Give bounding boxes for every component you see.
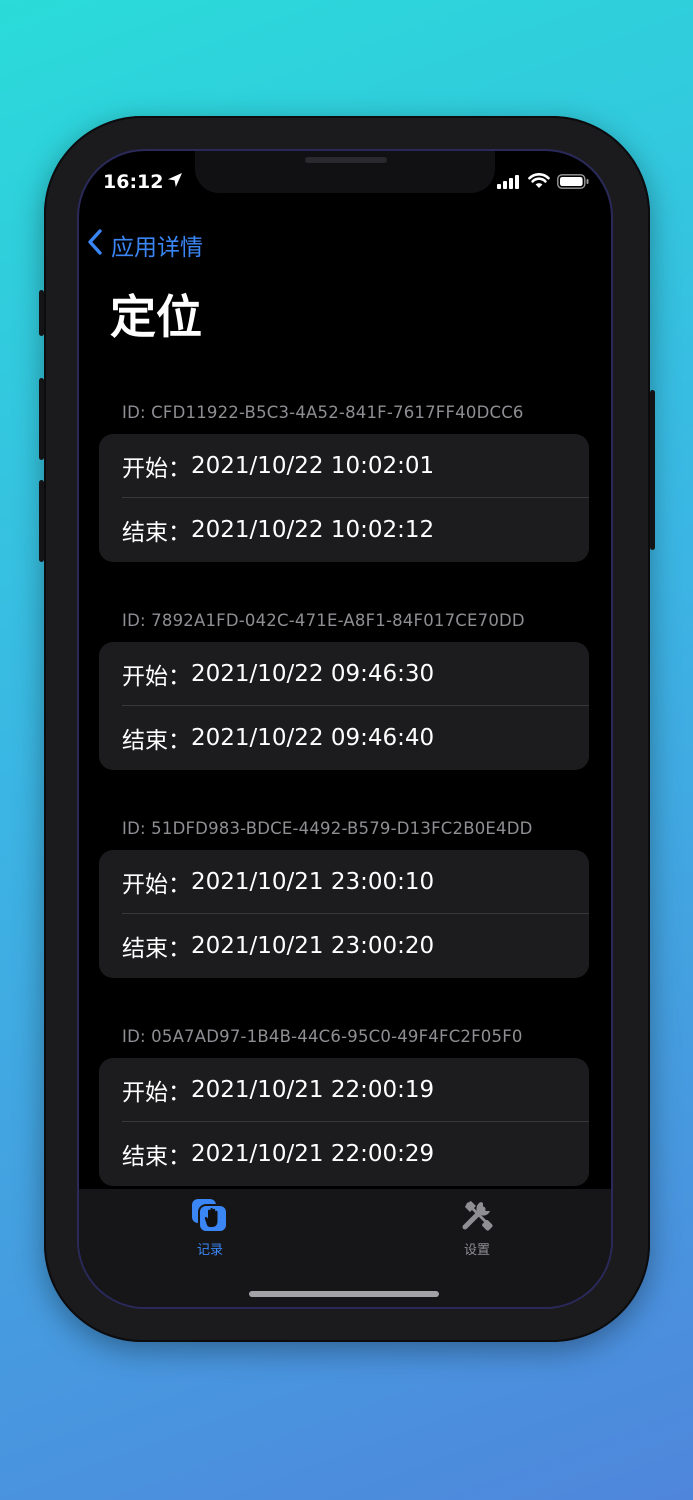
tools-settings-icon xyxy=(457,1197,497,1237)
back-button-label: 应用详情 xyxy=(111,235,203,261)
wifi-icon xyxy=(528,173,550,193)
phone-frame: 16:12 应用详情 定位 ID: CFD11922-B5C3-4A52-841… xyxy=(39,116,655,1342)
end-label: 结束： xyxy=(122,728,191,754)
end-time: 2021/10/21 23:00:20 xyxy=(191,933,435,959)
end-label: 结束： xyxy=(122,936,191,962)
record-id: ID: 05A7AD97-1B4B-44C6-95C0-49F4FC2F05F0 xyxy=(122,1027,523,1046)
page-title: 定位 xyxy=(110,290,202,344)
silent-switch xyxy=(39,290,44,336)
record-section: ID: 7892A1FD-042C-471E-A8F1-84F017CE70DD… xyxy=(99,606,589,770)
volume-down-button xyxy=(39,480,44,562)
record-id: ID: 51DFD983-BDCE-4492-B579-D13FC2B0E4DD xyxy=(122,819,533,838)
record-card: 开始： 2021/10/21 23:00:10 结束： 2021/10/21 2… xyxy=(99,850,589,978)
tab-bar: 记录 设置 xyxy=(79,1189,611,1307)
start-label: 开始： xyxy=(122,456,191,482)
record-start-row: 开始： 2021/10/21 23:00:10 xyxy=(99,850,589,914)
row-divider xyxy=(122,1121,589,1122)
volume-up-button xyxy=(39,378,44,460)
chevron-left-icon xyxy=(87,229,103,261)
status-time: 16:12 xyxy=(103,171,183,193)
start-label: 开始： xyxy=(122,1080,191,1106)
location-arrow-icon xyxy=(167,171,183,193)
end-time: 2021/10/22 10:02:12 xyxy=(191,517,435,543)
end-label: 结束： xyxy=(122,520,191,546)
record-end-row: 结束： 2021/10/21 23:00:20 xyxy=(99,914,589,978)
record-end-row: 结束： 2021/10/22 10:02:12 xyxy=(99,498,589,562)
end-label: 结束： xyxy=(122,1144,191,1170)
back-button[interactable]: 应用详情 xyxy=(87,228,203,262)
record-id: ID: CFD11922-B5C3-4A52-841F-7617FF40DCC6 xyxy=(122,403,524,422)
record-card: 开始： 2021/10/21 22:00:19 结束： 2021/10/21 2… xyxy=(99,1058,589,1186)
record-end-row: 结束： 2021/10/21 22:00:29 xyxy=(99,1122,589,1186)
notch xyxy=(195,151,495,193)
power-button xyxy=(650,390,655,550)
row-divider xyxy=(122,497,589,498)
battery-icon xyxy=(557,173,589,193)
home-indicator[interactable] xyxy=(249,1291,439,1297)
tab-settings-label: 设置 xyxy=(463,1243,490,1258)
records-list: ID: CFD11922-B5C3-4A52-841F-7617FF40DCC6… xyxy=(99,398,589,1230)
start-label: 开始： xyxy=(122,664,191,690)
record-id: ID: 7892A1FD-042C-471E-A8F1-84F017CE70DD xyxy=(122,611,525,630)
screen: 16:12 应用详情 定位 ID: CFD11922-B5C3-4A52-841… xyxy=(79,151,611,1307)
record-section: ID: 05A7AD97-1B4B-44C6-95C0-49F4FC2F05F0… xyxy=(99,1022,589,1186)
record-start-row: 开始： 2021/10/22 10:02:01 xyxy=(99,434,589,498)
record-start-row: 开始： 2021/10/21 22:00:19 xyxy=(99,1058,589,1122)
start-time: 2021/10/21 23:00:10 xyxy=(191,869,435,895)
row-divider xyxy=(122,913,589,914)
hand-records-icon xyxy=(190,1197,230,1237)
cellular-signal-icon xyxy=(497,174,521,193)
start-time: 2021/10/22 10:02:01 xyxy=(191,453,435,479)
record-start-row: 开始： 2021/10/22 09:46:30 xyxy=(99,642,589,706)
start-time: 2021/10/21 22:00:19 xyxy=(191,1077,435,1103)
status-time-text: 16:12 xyxy=(103,171,164,193)
start-time: 2021/10/22 09:46:30 xyxy=(191,661,435,687)
record-section: ID: CFD11922-B5C3-4A52-841F-7617FF40DCC6… xyxy=(99,398,589,562)
tab-records[interactable]: 记录 xyxy=(160,1197,260,1258)
status-icons xyxy=(497,173,589,193)
end-time: 2021/10/21 22:00:29 xyxy=(191,1141,435,1167)
record-card: 开始： 2021/10/22 09:46:30 结束： 2021/10/22 0… xyxy=(99,642,589,770)
earpiece-speaker xyxy=(305,157,387,163)
start-label: 开始： xyxy=(122,872,191,898)
tab-settings[interactable]: 设置 xyxy=(427,1197,527,1258)
end-time: 2021/10/22 09:46:40 xyxy=(191,725,435,751)
row-divider xyxy=(122,705,589,706)
record-card: 开始： 2021/10/22 10:02:01 结束： 2021/10/22 1… xyxy=(99,434,589,562)
record-end-row: 结束： 2021/10/22 09:46:40 xyxy=(99,706,589,770)
tab-records-label: 记录 xyxy=(196,1243,223,1258)
record-section: ID: 51DFD983-BDCE-4492-B579-D13FC2B0E4DD… xyxy=(99,814,589,978)
